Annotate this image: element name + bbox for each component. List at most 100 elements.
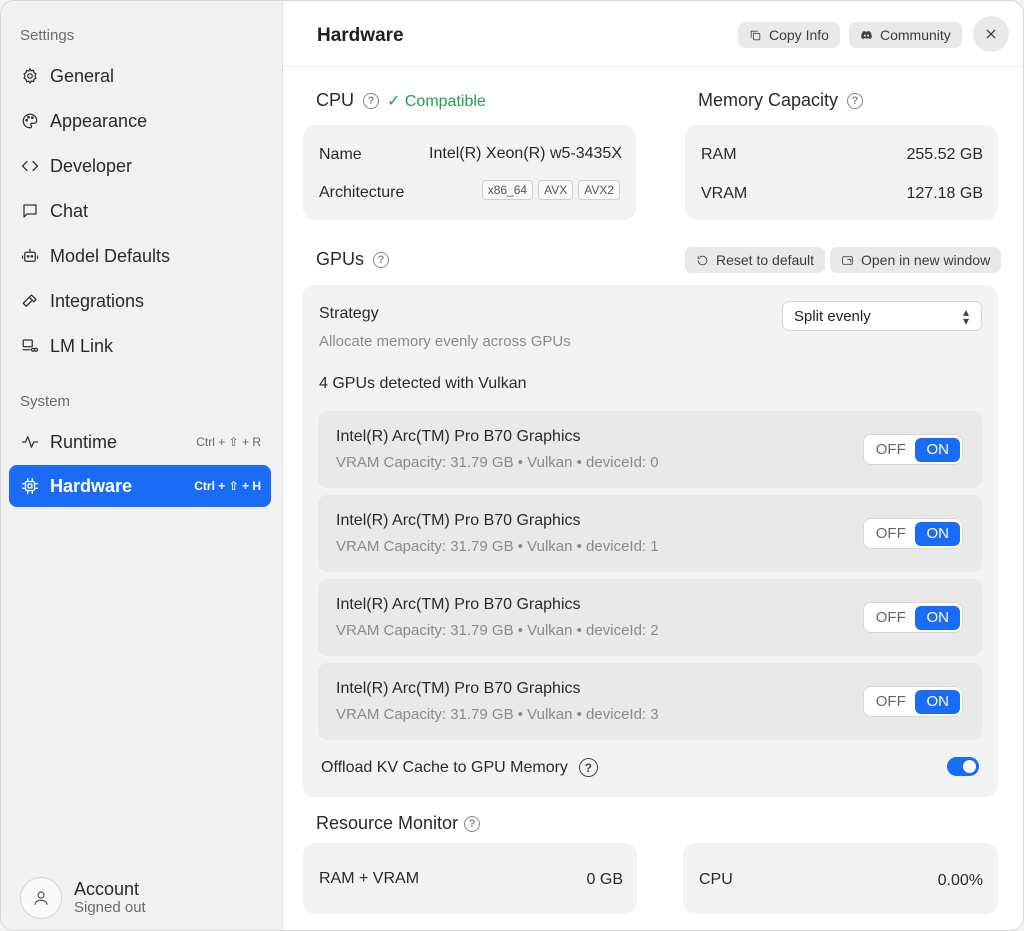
chip-icon xyxy=(20,476,40,496)
reset-label: Reset to default xyxy=(716,252,815,268)
strategy-select-value: Split evenly xyxy=(794,307,871,325)
strategy-description: Allocate memory evenly across GPUs xyxy=(319,333,571,350)
off-option[interactable]: OFF xyxy=(866,609,915,626)
open-in-new-window-button[interactable]: Open in new window xyxy=(830,247,1002,273)
strategy-select[interactable]: Split evenly ▴ ▾ xyxy=(782,301,982,331)
strategy-label: Strategy xyxy=(319,305,379,322)
ram-label: RAM xyxy=(701,146,737,163)
sidebar: Settings General Appearance Developer Ch… xyxy=(1,1,283,930)
gpus-section-title: GPUs ? xyxy=(316,249,390,270)
avatar xyxy=(20,877,62,919)
off-option[interactable]: OFF xyxy=(866,693,915,710)
offload-kv-toggle[interactable] xyxy=(947,757,979,776)
gpu-toggle[interactable]: OFF ON xyxy=(863,602,963,633)
gpu-toggle[interactable]: OFF ON xyxy=(863,434,963,465)
resource-monitor-title: Resource Monitor ? xyxy=(316,813,481,834)
user-icon xyxy=(34,891,48,905)
resource-monitor-label: Resource Monitor xyxy=(316,813,459,833)
robot-icon xyxy=(20,246,40,266)
cpu-card: Name Intel(R) Xeon(R) w5-3435X Architect… xyxy=(303,125,636,220)
chat-icon xyxy=(20,201,40,221)
close-icon xyxy=(986,29,996,39)
settings-heading: Settings xyxy=(20,27,75,44)
gpus-title: GPUs xyxy=(316,249,365,269)
help-icon[interactable]: ? xyxy=(464,815,481,832)
cpu-monitor-value: 0.00% xyxy=(937,872,983,889)
arch-tag: AVX xyxy=(538,180,574,200)
sidebar-item-label: Integrations xyxy=(50,290,145,311)
vram-value: 127.18 GB xyxy=(906,185,984,202)
gear-icon xyxy=(20,66,40,86)
gpu-row: Intel(R) Arc(TM) Pro B70 Graphics VRAM C… xyxy=(318,495,982,572)
discord-icon xyxy=(861,30,872,39)
hardware-shortcut: Ctrl + ⇧ + H xyxy=(194,479,261,493)
sidebar-item-integrations[interactable]: Integrations xyxy=(9,280,271,322)
help-icon[interactable]: ? xyxy=(578,758,598,777)
close-button[interactable] xyxy=(973,16,1009,52)
sidebar-item-lm-link[interactable]: LM Link xyxy=(9,325,271,367)
sidebar-item-runtime[interactable]: Runtime Ctrl + ⇧ + R xyxy=(9,421,271,463)
hammer-icon xyxy=(20,291,40,311)
gpu-row: Intel(R) Arc(TM) Pro B70 Graphics VRAM C… xyxy=(318,411,982,488)
on-option[interactable]: ON xyxy=(915,521,960,546)
sidebar-item-label: Model Defaults xyxy=(50,245,171,266)
gpus-detected-text: 4 GPUs detected with Vulkan xyxy=(319,375,527,392)
copy-info-label: Copy Info xyxy=(769,27,829,43)
app-window: Settings General Appearance Developer Ch… xyxy=(0,0,1024,931)
cpu-section-title: CPU ? ✓ Compatible xyxy=(316,90,486,111)
gpu-meta: VRAM Capacity: 31.79 GB • Vulkan • devic… xyxy=(336,538,659,555)
account-button[interactable]: Account Signed out xyxy=(20,877,146,919)
window-icon xyxy=(842,255,853,265)
sidebar-item-chat[interactable]: Chat xyxy=(9,190,271,232)
off-option[interactable]: OFF xyxy=(866,525,915,542)
on-option[interactable]: ON xyxy=(915,689,960,714)
cpu-monitor-label: CPU xyxy=(699,871,733,888)
link-icon xyxy=(20,336,40,356)
ram-vram-monitor-card: RAM + VRAM 0 GB xyxy=(303,843,637,914)
help-icon[interactable]: ? xyxy=(373,251,390,268)
sidebar-item-developer[interactable]: Developer xyxy=(9,145,271,187)
off-option[interactable]: OFF xyxy=(866,441,915,458)
sidebar-item-appearance[interactable]: Appearance xyxy=(9,100,271,142)
ram-value: 255.52 GB xyxy=(906,146,984,163)
sidebar-item-label: Chat xyxy=(50,200,89,221)
gpu-meta: VRAM Capacity: 31.79 GB • Vulkan • devic… xyxy=(336,454,659,471)
offload-kv-label: Offload KV Cache to GPU Memory xyxy=(321,758,568,776)
memory-section-title: Memory Capacity ? xyxy=(698,90,864,111)
cpu-arch-tags: x86_64 AVX AVX2 xyxy=(477,180,620,200)
header: Hardware Copy Info Community xyxy=(284,1,1023,67)
gpu-toggle[interactable]: OFF ON xyxy=(863,518,963,549)
on-option[interactable]: ON xyxy=(915,605,960,630)
help-icon[interactable]: ? xyxy=(363,92,380,109)
cpu-name-value: Intel(R) Xeon(R) w5-3435X xyxy=(429,145,622,162)
on-option[interactable]: ON xyxy=(915,437,960,462)
arch-tag: AVX2 xyxy=(578,180,620,200)
sidebar-item-general[interactable]: General xyxy=(9,55,271,97)
sidebar-item-label: Hardware xyxy=(50,475,133,496)
memory-card: RAM 255.52 GB VRAM 127.18 GB xyxy=(685,125,998,220)
cpu-title: CPU xyxy=(316,90,355,110)
pulse-icon xyxy=(20,432,40,452)
copy-icon xyxy=(750,30,761,40)
code-icon xyxy=(20,156,40,176)
sidebar-item-hardware[interactable]: Hardware Ctrl + ⇧ + H xyxy=(9,465,271,507)
cpu-monitor-card: CPU 0.00% xyxy=(683,843,998,914)
sidebar-item-label: LM Link xyxy=(50,335,114,356)
reset-icon xyxy=(697,255,708,265)
reset-to-default-button[interactable]: Reset to default xyxy=(685,247,826,273)
account-name: Account xyxy=(74,879,140,899)
gpu-toggle[interactable]: OFF ON xyxy=(863,686,963,717)
toggle-knob xyxy=(963,760,976,773)
cpu-arch-label: Architecture xyxy=(319,184,405,201)
community-button[interactable]: Community xyxy=(849,22,962,48)
arch-tag: x86_64 xyxy=(481,180,534,200)
ram-vram-value: 0 GB xyxy=(586,871,623,888)
chevron-updown-icon: ▴ ▾ xyxy=(962,305,969,328)
account-status: Signed out xyxy=(74,899,146,916)
vram-label: VRAM xyxy=(701,185,748,202)
copy-info-button[interactable]: Copy Info xyxy=(738,22,840,48)
gpu-meta: VRAM Capacity: 31.79 GB • Vulkan • devic… xyxy=(336,622,659,639)
sidebar-item-model-defaults[interactable]: Model Defaults xyxy=(9,235,271,277)
help-icon[interactable]: ? xyxy=(847,92,864,109)
runtime-shortcut: Ctrl + ⇧ + R xyxy=(196,435,261,449)
